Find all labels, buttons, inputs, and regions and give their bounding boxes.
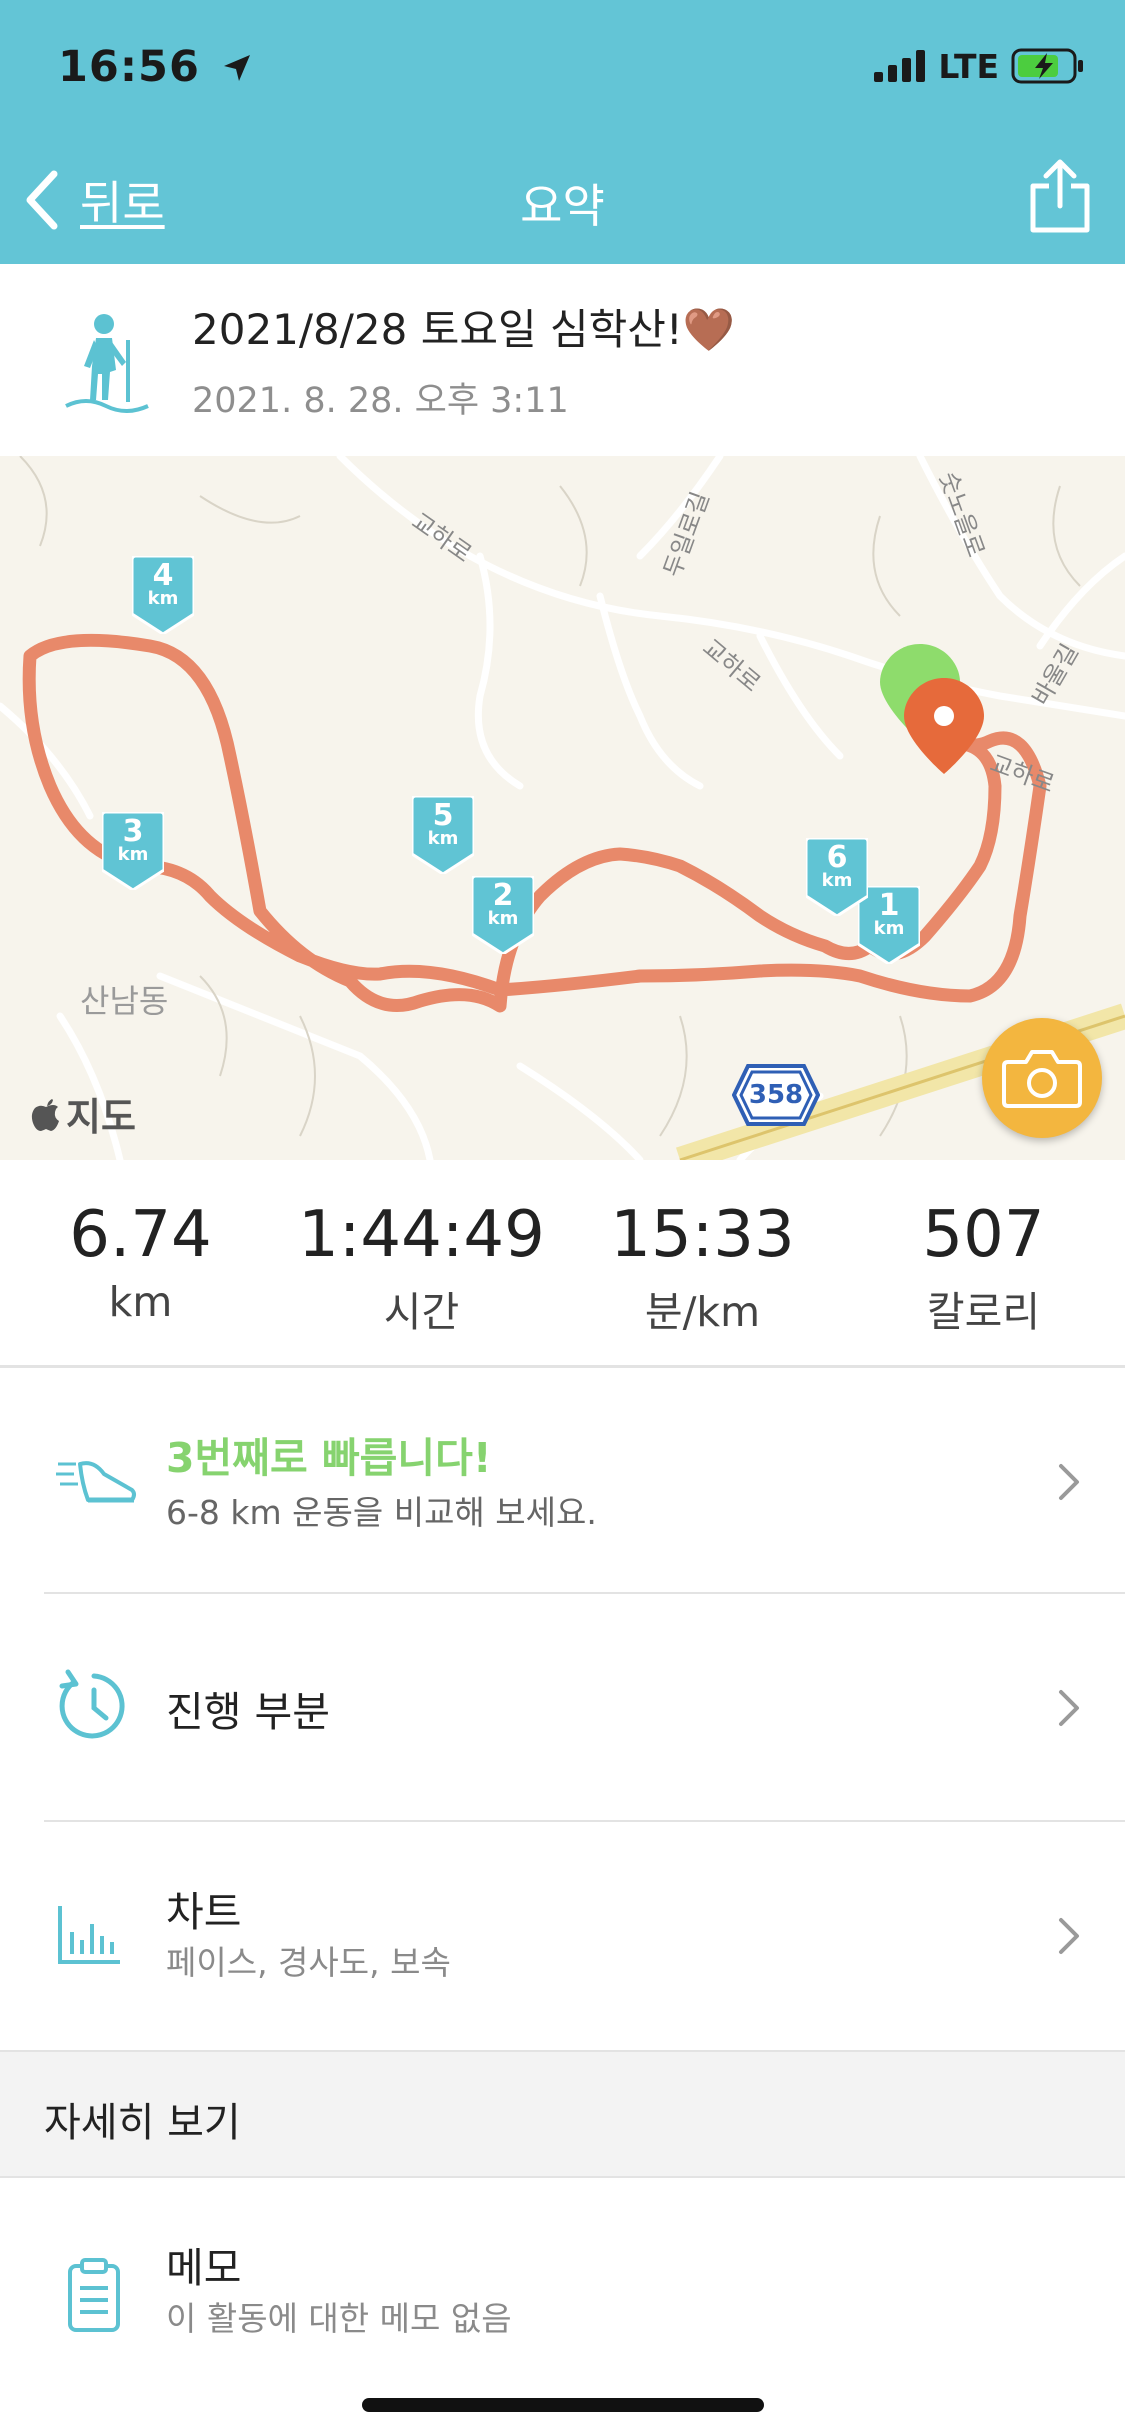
stat-pace: 15:33 분/km	[562, 1198, 843, 1338]
stat-value: 1:44:49	[298, 1198, 545, 1272]
stat-duration: 1:44:49 시간	[281, 1198, 562, 1338]
camera-button[interactable]	[982, 1018, 1102, 1138]
km-unit: km	[821, 870, 853, 891]
stat-calories: 507 칼로리	[843, 1198, 1124, 1338]
stat-value: 6.74	[69, 1198, 212, 1272]
activity-title: 2021/8/28 토요일 심학산!🤎	[192, 305, 736, 354]
km-unit: km	[873, 918, 905, 939]
hiking-icon	[65, 314, 149, 413]
shoe-icon	[56, 1461, 136, 1503]
km-number: 6	[826, 840, 848, 875]
memo-row[interactable]: 메모 이 활동에 대한 메모 없음	[0, 2176, 1125, 2402]
activity-datetime: 2021. 8. 28. 오후 3:11	[192, 381, 569, 421]
charts-row[interactable]: 차트 페이스, 경사도, 보속	[0, 1822, 1125, 2048]
signal-icon	[874, 50, 926, 82]
stat-label: 분/km	[644, 1288, 761, 1336]
section-title: 자세히 보기	[44, 2100, 241, 2146]
splits-title: 진행 부분	[166, 1688, 330, 1736]
route-number: 358	[748, 1080, 804, 1110]
memo-title: 메모	[166, 2244, 242, 2292]
km-marker: 3 km	[102, 812, 164, 890]
camera-icon	[1002, 1050, 1082, 1108]
maps-attribution: 지도	[30, 1086, 136, 1141]
km-number: 3	[122, 814, 144, 849]
attribution-text: 지도	[66, 1095, 136, 1139]
splits-row[interactable]: 진행 부분	[0, 1594, 1125, 1820]
stopwatch-icon	[59, 1669, 125, 1739]
battery-icon	[1011, 48, 1083, 84]
km-number: 5	[432, 798, 454, 833]
charts-subtitle: 페이스, 경사도, 보속	[166, 1943, 451, 1982]
stat-label: 칼로리	[926, 1288, 1041, 1336]
clipboard-icon	[68, 2258, 120, 2332]
km-unit: km	[487, 908, 519, 929]
home-indicator[interactable]	[362, 2398, 764, 2412]
route-shield: 358	[732, 1064, 820, 1126]
details-section-header: 자세히 보기	[0, 2050, 1125, 2178]
end-pin	[904, 678, 984, 774]
apple-logo-icon	[31, 1098, 59, 1131]
status-time: 16:56	[58, 42, 252, 92]
km-marker: 6 km	[806, 838, 868, 916]
location-arrow-icon	[223, 55, 250, 81]
share-button[interactable]	[1027, 158, 1093, 234]
chevron-right-icon	[1059, 1918, 1079, 1954]
stat-value: 507	[922, 1198, 1045, 1272]
km-unit: km	[427, 828, 459, 849]
stat-distance: 6.74 km	[0, 1198, 281, 1326]
km-unit: km	[117, 844, 149, 865]
stat-value: 15:33	[610, 1198, 795, 1272]
stat-label: 시간	[383, 1288, 460, 1336]
km-marker: 5 km	[412, 796, 474, 874]
compare-title: 3번째로 빠릅니다!	[166, 1434, 492, 1482]
chevron-right-icon	[1059, 1464, 1079, 1500]
compare-row[interactable]: 3번째로 빠릅니다! 6-8 km 운동을 비교해 보세요.	[0, 1368, 1125, 1594]
stat-label: km	[108, 1278, 173, 1326]
bar-chart-icon	[58, 1906, 120, 1964]
memo-subtitle: 이 활동에 대한 메모 없음	[166, 2299, 512, 2338]
chevron-right-icon	[1059, 1690, 1079, 1726]
km-marker: 2 km	[472, 876, 534, 954]
km-unit: km	[147, 588, 179, 609]
place-label: 산남동	[80, 982, 169, 1020]
page-title: 요약	[520, 179, 605, 233]
km-number: 4	[152, 558, 174, 593]
route-map[interactable]: 교하로 교하로 교하로 두일로길 숫노을로 바울길 산남동 지도 358 1 k…	[0, 456, 1125, 1160]
charts-title: 차트	[166, 1888, 242, 1936]
network-label: LTE	[938, 46, 999, 86]
status-time-text: 16:56	[58, 42, 200, 92]
km-marker: 4 km	[132, 556, 194, 634]
compare-subtitle: 6-8 km 운동을 비교해 보세요.	[166, 1493, 597, 1532]
status-indicators: LTE	[874, 44, 1085, 88]
km-number: 2	[492, 878, 514, 913]
